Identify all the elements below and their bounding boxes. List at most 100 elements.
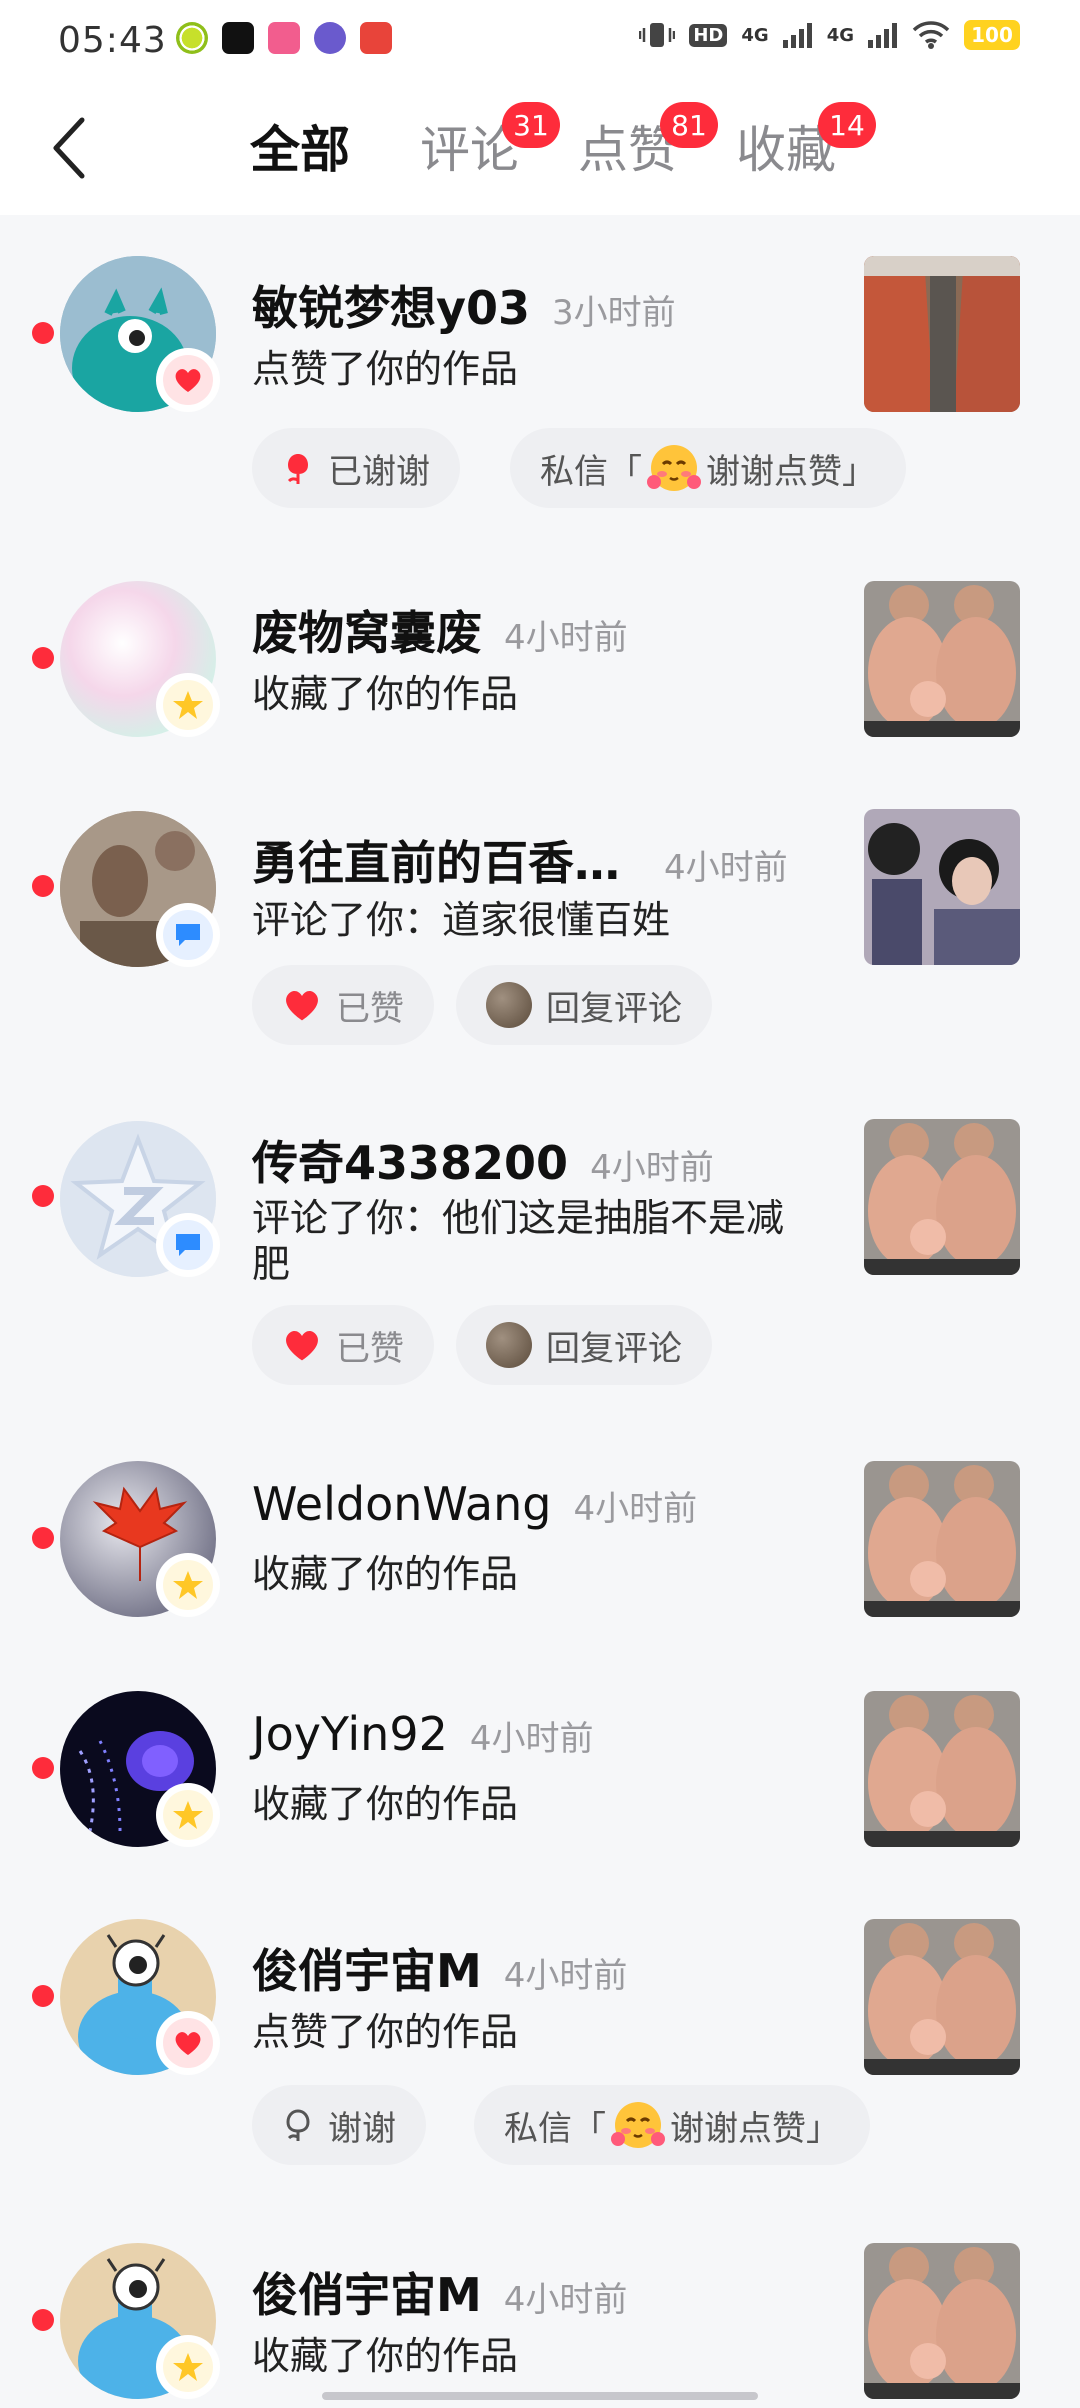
list-item[interactable]: JoyYin92 4小时前 收藏了你的作品 [0,1685,1080,1865]
status-time: 05:43 [58,20,167,61]
blush-emoji-icon [647,445,701,491]
thumbnail-image [864,256,1020,412]
username[interactable]: 敏锐梦想y03 3小时前 [252,272,676,338]
like-badge [156,2011,220,2075]
app-green-icon [176,22,208,54]
activity-text: 收藏了你的作品 [252,2334,519,2378]
post-thumbnail[interactable] [864,1119,1020,1275]
post-thumbnail[interactable] [864,809,1020,965]
liked-button[interactable]: 已赞 [252,965,434,1045]
list-item[interactable]: 废物窝囊废 4小时前 收藏了你的作品 [0,575,1080,755]
liked-button[interactable]: 已赞 [252,1305,434,1385]
thumbnail-image [864,2243,1020,2399]
star-icon [173,2353,203,2381]
favorite-badge [156,2335,220,2399]
thumbnail-image [864,1919,1020,2075]
signal-2-icon [868,23,897,48]
timestamp: 3小时前 [552,293,676,333]
douyin-icon [222,22,254,54]
flower-outline-icon [286,2109,310,2141]
post-thumbnail[interactable] [864,581,1020,737]
top-bar: 05:43 HD 4G 4G 100 全部 评论 31 点赞 81 收藏 14 [0,0,1080,215]
username[interactable]: 传奇4338200 4小时前 [252,1127,714,1193]
signal-2-label: 4G [826,24,854,46]
tab-bar: 全部 评论 31 点赞 81 收藏 14 [0,102,1080,190]
unread-dot [32,1185,54,1207]
unread-dot [32,1527,54,1549]
list-item[interactable]: 敏锐梦想y03 3小时前 点赞了你的作品 已谢谢 私信「 谢谢点赞」 [0,250,1080,520]
likes-count-badge: 81 [660,102,718,148]
reply-avatar [486,982,532,1028]
heart-icon [286,991,318,1021]
comment-icon [176,924,200,946]
reply-comment-button[interactable]: 回复评论 [456,1305,712,1385]
app-purple-icon [314,22,346,54]
vibrate-icon [639,23,676,47]
list-item[interactable]: 传奇4338200 4小时前 评论了你：他们这是抽脂不是减肥 已赞 回复评论 [0,1115,1080,1405]
comment-badge [156,1213,220,1277]
timestamp: 4小时前 [504,618,628,658]
username[interactable]: 俊俏宇宙M 4小时前 [252,2259,627,2325]
star-icon [173,1571,203,1599]
timestamp: 4小时前 [664,848,788,888]
favorite-badge [156,673,220,737]
thumbnail-image [864,581,1020,737]
home-indicator[interactable] [322,2392,758,2400]
list-item[interactable]: WeldonWang 4小时前 收藏了你的作品 [0,1455,1080,1635]
list-item[interactable]: 俊俏宇宙M 4小时前 点赞了你的作品 谢谢 私信「 谢谢点赞」 [0,1913,1080,2183]
list-item[interactable]: 勇往直前的百香… 4小时前 评论了你：道家很懂百姓 已赞 回复评论 [0,805,1080,1065]
battery-indicator: 100 [964,20,1020,50]
username[interactable]: 废物窝囊废 4小时前 [252,597,628,663]
wifi-icon [912,21,950,49]
thanks-button[interactable]: 谢谢 [252,2085,426,2165]
flower-icon [287,454,308,484]
timestamp: 4小时前 [503,1956,628,1996]
post-thumbnail[interactable] [864,1691,1020,1847]
favorites-count-badge: 14 [818,102,876,148]
star-icon [173,1801,203,1829]
like-badge [156,348,220,412]
username[interactable]: JoyYin92 4小时前 [252,1707,594,1761]
blush-emoji-icon [611,2102,665,2148]
post-thumbnail[interactable] [864,256,1020,412]
status-bar: 05:43 HD 4G 4G 100 [0,0,1080,80]
activity-text: 评论了你：道家很懂百姓 [252,898,671,942]
star-icon [173,691,203,719]
username[interactable]: WeldonWang 4小时前 [252,1477,697,1531]
unread-dot [32,2309,54,2331]
post-thumbnail[interactable] [864,1919,1020,2075]
thumbnail-image [864,809,1020,965]
thumbnail-image [864,1119,1020,1275]
comment-badge [156,903,220,967]
hd-indicator: HD [689,23,728,47]
thanked-button[interactable]: 已谢谢 [252,428,460,508]
favorite-badge [156,1783,220,1847]
signal-1-label: 4G [741,24,769,46]
activity-text: 收藏了你的作品 [252,1552,519,1596]
tab-all[interactable]: 全部 [250,110,350,182]
unread-dot [32,1985,54,2007]
unread-dot [32,322,54,344]
system-icons: HD 4G 4G 100 [639,20,1020,50]
post-thumbnail[interactable] [864,2243,1020,2399]
activity-text: 评论了你：他们这是抽脂不是减肥 [252,1196,785,1286]
timestamp: 4小时前 [590,1148,714,1188]
dm-thanks-button[interactable]: 私信「 谢谢点赞」 [510,428,906,508]
notification-icons [176,22,392,54]
list-item[interactable]: 俊俏宇宙M 4小时前 收藏了你的作品 [0,2237,1080,2408]
reply-comment-button[interactable]: 回复评论 [456,965,712,1045]
dm-thanks-button[interactable]: 私信「 谢谢点赞」 [474,2085,870,2165]
heart-icon [175,2032,201,2055]
activity-text: 收藏了你的作品 [252,672,519,716]
timestamp: 4小时前 [573,1489,698,1529]
comments-count-badge: 31 [502,102,560,148]
unread-dot [32,875,54,897]
username[interactable]: 俊俏宇宙M 4小时前 [252,1935,627,2001]
activity-text: 收藏了你的作品 [252,1782,519,1826]
post-thumbnail[interactable] [864,1461,1020,1617]
thumbnail-image [864,1461,1020,1617]
heart-icon [286,1331,318,1361]
favorite-badge [156,1553,220,1617]
thumbnail-image [864,1691,1020,1847]
username[interactable]: 勇往直前的百香… 4小时前 [252,827,788,893]
